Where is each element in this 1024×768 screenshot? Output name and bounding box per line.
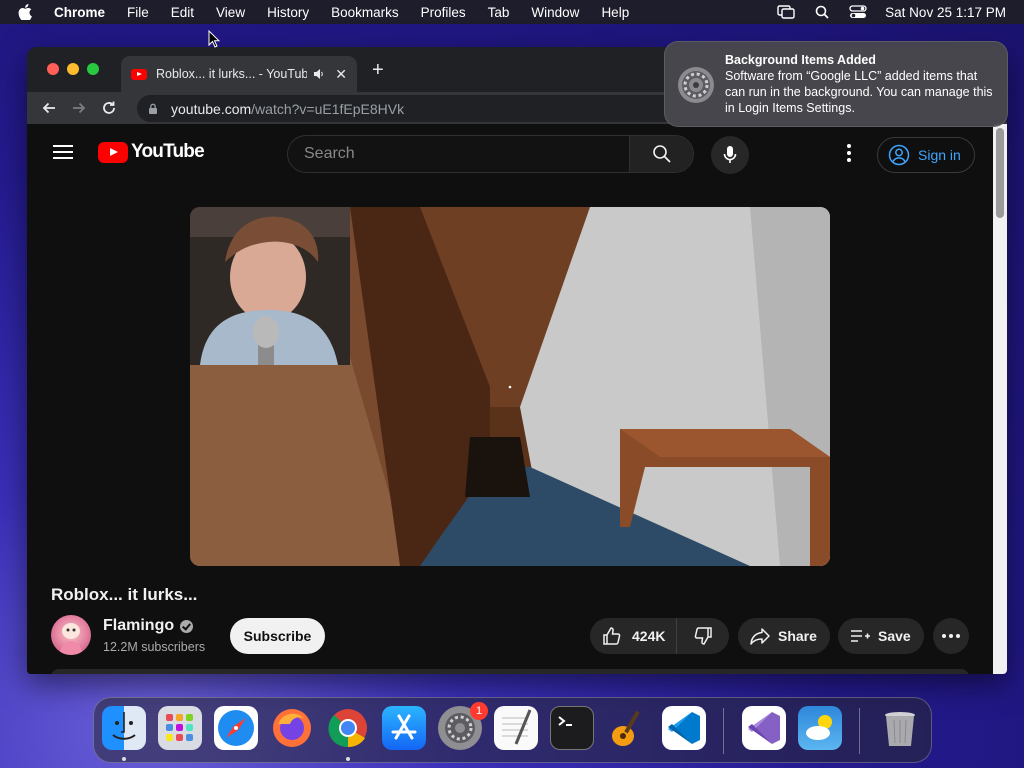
hamburger-menu-icon[interactable] xyxy=(53,145,73,159)
trash-icon[interactable] xyxy=(878,706,922,750)
share-label: Share xyxy=(778,628,817,644)
url-path: /watch?v=uE1fEpE8HVk xyxy=(251,100,405,117)
video-title: Roblox... it lurks... xyxy=(51,585,198,604)
window-controls xyxy=(47,63,99,75)
like-button[interactable]: 424K xyxy=(590,618,677,654)
new-tab-button[interactable]: + xyxy=(372,60,384,80)
weather-icon[interactable] xyxy=(798,706,842,750)
screen-mirroring-icon[interactable] xyxy=(777,4,795,20)
menu-profiles[interactable]: Profiles xyxy=(421,5,466,20)
terminal-icon[interactable] xyxy=(550,706,594,750)
dock: 1 xyxy=(93,697,932,763)
youtube-favicon-icon xyxy=(131,68,147,80)
dock-separator-2 xyxy=(859,708,860,754)
visual-studio-icon[interactable] xyxy=(742,706,786,750)
menu-bar: Chrome File Edit View History Bookmarks … xyxy=(0,0,1024,24)
forward-button[interactable] xyxy=(71,100,87,116)
menu-file[interactable]: File xyxy=(127,5,149,20)
save-label: Save xyxy=(878,628,911,644)
youtube-logo-text: YouTube xyxy=(131,141,205,162)
url-host: youtube.com xyxy=(171,100,252,117)
share-button[interactable]: Share xyxy=(738,618,830,654)
apple-icon[interactable] xyxy=(18,3,36,21)
save-button[interactable]: Save xyxy=(838,618,924,654)
sign-in-label: Sign in xyxy=(918,147,961,163)
control-center-icon[interactable] xyxy=(849,4,867,20)
vscode-icon[interactable] xyxy=(662,706,706,750)
finder-icon[interactable] xyxy=(102,706,146,750)
voice-search-button[interactable] xyxy=(711,136,749,174)
menu-history[interactable]: History xyxy=(267,5,309,20)
menu-window[interactable]: Window xyxy=(531,5,579,20)
finder-running-indicator xyxy=(122,757,126,761)
menubar-clock[interactable]: Sat Nov 25 1:17 PM xyxy=(885,5,1006,20)
site-info-icon[interactable] xyxy=(147,103,159,115)
share-icon xyxy=(750,628,770,645)
page-scrollbar[interactable] xyxy=(993,124,1007,674)
speaker-icon[interactable] xyxy=(313,68,325,80)
thumbs-down-icon xyxy=(694,627,712,645)
menu-edit[interactable]: Edit xyxy=(171,5,194,20)
subscriber-count: 12.2M subscribers xyxy=(103,640,206,654)
sign-in-button[interactable]: Sign in xyxy=(877,137,975,173)
playlist-add-icon xyxy=(851,630,870,642)
dislike-button[interactable] xyxy=(677,626,729,646)
settings-more-icon[interactable] xyxy=(842,144,856,162)
reload-button[interactable] xyxy=(101,100,117,116)
channel-name-text: Flamingo xyxy=(103,617,175,634)
notification-body: Software from “Google LLC” added items t… xyxy=(725,69,993,115)
minimize-window-button[interactable] xyxy=(67,63,79,75)
youtube-logo[interactable]: YouTube xyxy=(98,141,205,163)
system-settings-badge: 1 xyxy=(470,702,488,720)
spotlight-search-icon[interactable] xyxy=(813,4,831,20)
search-box xyxy=(287,135,694,173)
search-input[interactable] xyxy=(288,136,629,172)
menu-tab[interactable]: Tab xyxy=(488,5,510,20)
like-count: 424K xyxy=(632,628,666,644)
garageband-icon[interactable] xyxy=(606,706,650,750)
background-items-notification[interactable]: Background Items Added Software from “Go… xyxy=(664,41,1008,127)
zoom-window-button[interactable] xyxy=(87,63,99,75)
menu-app-name[interactable]: Chrome xyxy=(54,5,105,20)
thumbs-up-icon xyxy=(603,627,621,645)
video-player[interactable] xyxy=(190,207,830,566)
more-actions-button[interactable] xyxy=(933,618,969,654)
back-button[interactable] xyxy=(41,100,57,116)
mouse-cursor-icon xyxy=(208,30,220,48)
channel-name[interactable]: Flamingo xyxy=(103,617,194,635)
scrollbar-thumb[interactable] xyxy=(996,128,1004,218)
notification-title: Background Items Added xyxy=(725,53,876,67)
menu-help[interactable]: Help xyxy=(601,5,629,20)
firefox-icon[interactable] xyxy=(270,706,314,750)
system-settings-gear-icon xyxy=(678,67,714,103)
chrome-window: Roblox... it lurks... - YouTube ✕ + yout… xyxy=(27,47,1007,674)
channel-avatar[interactable] xyxy=(51,615,91,655)
account-icon xyxy=(888,144,910,166)
close-window-button[interactable] xyxy=(47,63,59,75)
launchpad-icon[interactable] xyxy=(158,706,202,750)
like-dislike-group: 424K xyxy=(590,618,729,654)
close-tab-icon[interactable]: ✕ xyxy=(335,66,347,83)
youtube-page: YouTube Sign in xyxy=(27,124,993,674)
tab-title: Roblox... it lurks... - YouTube xyxy=(156,67,308,81)
youtube-header: YouTube Sign in xyxy=(27,124,993,180)
youtube-play-icon xyxy=(98,141,128,163)
subscribe-button[interactable]: Subscribe xyxy=(230,618,325,654)
dock-separator xyxy=(723,708,724,754)
tab-youtube[interactable]: Roblox... it lurks... - YouTube ✕ xyxy=(121,56,357,92)
description-panel[interactable] xyxy=(51,669,969,674)
chrome-running-indicator xyxy=(346,757,350,761)
safari-icon[interactable] xyxy=(214,706,258,750)
chrome-icon[interactable] xyxy=(326,706,370,750)
app-store-icon[interactable] xyxy=(382,706,426,750)
streamer-webcam xyxy=(190,207,350,365)
verified-icon xyxy=(180,619,194,633)
menu-view[interactable]: View xyxy=(216,5,245,20)
search-button[interactable] xyxy=(629,136,693,172)
menu-bookmarks[interactable]: Bookmarks xyxy=(331,5,399,20)
textedit-icon[interactable] xyxy=(494,706,538,750)
